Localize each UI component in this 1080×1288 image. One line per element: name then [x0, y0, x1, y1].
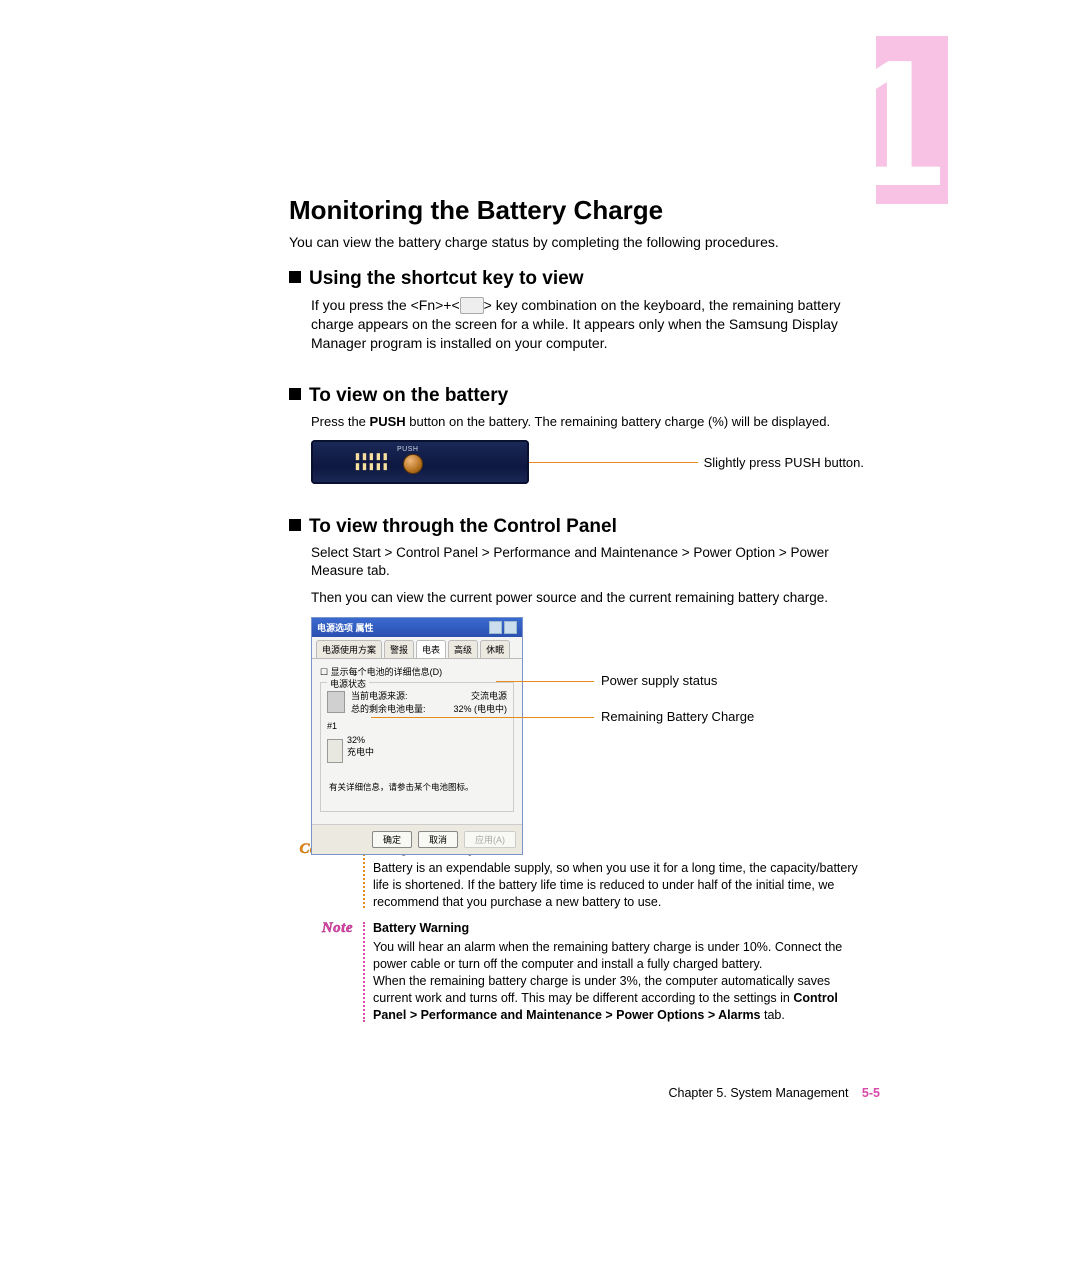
page-footer: Chapter 5. System Management 5-5: [668, 1086, 880, 1100]
battery-percent: 32%: [347, 735, 374, 745]
push-button-icon: [403, 454, 423, 474]
help-icon: [489, 621, 502, 634]
footer-page-number: 5-5: [862, 1086, 880, 1100]
section-heading-shortcut: Using the shortcut key to view: [289, 268, 864, 290]
section-heading-text: To view through the Control Panel: [309, 516, 617, 537]
bullet-square-icon: [289, 519, 301, 531]
status-line: 总的剩余电池电量:: [351, 702, 447, 715]
fn-key-icon: [460, 297, 484, 314]
window-body: ☐ 显示每个电池的详细信息(D) 电源状态 当前电源来源: 总的剩余电池电量: …: [312, 659, 522, 824]
battery-state: 充电中: [347, 745, 374, 758]
battery-status-row: 32% 充电中: [327, 731, 507, 763]
battery-figure-row: ▮▮▮▮▮▮▮▮▮▮ PUSH Slightly press PUSH butt…: [311, 440, 864, 484]
status-value: 32% (电电中): [453, 702, 507, 715]
status-line: 当前电源来源:: [351, 689, 447, 702]
status-value: 交流电源: [453, 689, 507, 702]
group-label: 电源状态: [327, 677, 369, 690]
intro-text: You can view the battery charge status b…: [289, 234, 864, 250]
section-heading-control-panel: To view through the Control Panel: [289, 516, 864, 538]
power-options-window: 电源选项 属性 电源使用方案 警报 电表 高级 休眠 ☐ 显示每个电池的详细信息…: [311, 617, 523, 855]
chapter-big-digit: 1: [845, 34, 937, 214]
power-status-text: 当前电源来源: 总的剩余电池电量:: [351, 689, 447, 715]
push-label-text: PUSH: [397, 446, 418, 453]
caution-text: Battery is an expendable supply, so when…: [373, 860, 864, 911]
tab-item-active: 电表: [416, 640, 446, 658]
battery-indicator-leds: ▮▮▮▮▮▮▮▮▮▮: [355, 452, 390, 472]
bullet-square-icon: [289, 388, 301, 400]
note-title: Battery Warning: [373, 920, 864, 937]
text-fragment: When the remaining battery charge is und…: [373, 974, 830, 1005]
battery-row-num: #1: [327, 721, 507, 731]
text-fragment: Press the: [311, 414, 370, 429]
note-label: Note: [289, 920, 363, 1023]
tab-item: 高级: [448, 640, 478, 658]
leader-line: [529, 462, 698, 463]
text-fragment: If you press the <Fn>+<: [311, 297, 460, 313]
ok-button: 确定: [372, 831, 412, 848]
cancel-button: 取消: [418, 831, 458, 848]
text-fragment: tab.: [761, 1008, 785, 1022]
note-text-2: When the remaining battery charge is und…: [373, 973, 864, 1024]
section-heading-text: To view on the battery: [309, 385, 508, 406]
battery-status-text: 32% 充电中: [347, 735, 374, 758]
footer-chapter: Chapter 5. System Management: [668, 1086, 848, 1100]
section-heading-text: Using the shortcut key to view: [309, 268, 584, 289]
note-text-1: You will hear an alarm when the remainin…: [373, 939, 864, 973]
page-content: Monitoring the Battery Charge You can vi…: [289, 195, 864, 1030]
plug-icon: [327, 691, 345, 713]
text-fragment: button on the battery. The remaining bat…: [406, 414, 830, 429]
leader-label-power-supply: Power supply status: [601, 673, 717, 688]
section-body-cp-desc: Then you can view the current power sour…: [311, 589, 864, 607]
section-body-battery: Press the PUSH button on the battery. Th…: [311, 413, 864, 431]
leader-line: [371, 717, 594, 718]
power-source-row: 当前电源来源: 总的剩余电池电量: 交流电源 32% (电电中): [327, 689, 507, 715]
battery-illustration: ▮▮▮▮▮▮▮▮▮▮ PUSH: [311, 440, 529, 484]
bullet-square-icon: [289, 271, 301, 283]
window-tabs: 电源使用方案 警报 电表 高级 休眠: [312, 637, 522, 659]
tab-item: 电源使用方案: [316, 640, 382, 658]
checkbox-label: 显示每个电池的详细信息(D): [331, 667, 443, 677]
window-buttons: [489, 621, 517, 634]
tab-item: 警报: [384, 640, 414, 658]
close-icon: [504, 621, 517, 634]
window-button-row: 确定 取消 应用(A): [312, 824, 522, 854]
apply-button: 应用(A): [464, 831, 516, 848]
page-title: Monitoring the Battery Charge: [289, 195, 864, 226]
hint-text: 有关详细信息，请参击某个电池图标。: [329, 781, 507, 793]
tab-item: 休眠: [480, 640, 510, 658]
power-status-group: 电源状态 当前电源来源: 总的剩余电池电量: 交流电源 32% (电电中) #1: [320, 682, 514, 812]
control-panel-figure: 电源选项 属性 电源使用方案 警报 电表 高级 休眠 ☐ 显示每个电池的详细信息…: [311, 617, 864, 833]
leader-line: [496, 681, 594, 682]
note-body: Battery Warning You will hear an alarm w…: [373, 920, 864, 1023]
text-bold: PUSH: [370, 414, 406, 429]
section-heading-battery: To view on the battery: [289, 385, 864, 407]
window-title-text: 电源选项 属性: [317, 621, 374, 634]
note-block: Note Battery Warning You will hear an al…: [289, 920, 864, 1023]
section-body-shortcut: If you press the <Fn>+<> key combination…: [311, 296, 864, 353]
power-status-values: 交流电源 32% (电电中): [453, 689, 507, 715]
battery-icon: [327, 739, 343, 763]
leader-label-push: Slightly press PUSH button.: [704, 455, 864, 470]
leader-label-remaining: Remaining Battery Charge: [601, 709, 754, 724]
section-body-cp-path: Select Start > Control Panel > Performan…: [311, 544, 864, 580]
dotted-separator: [363, 922, 365, 1021]
window-titlebar: 电源选项 属性: [312, 618, 522, 637]
